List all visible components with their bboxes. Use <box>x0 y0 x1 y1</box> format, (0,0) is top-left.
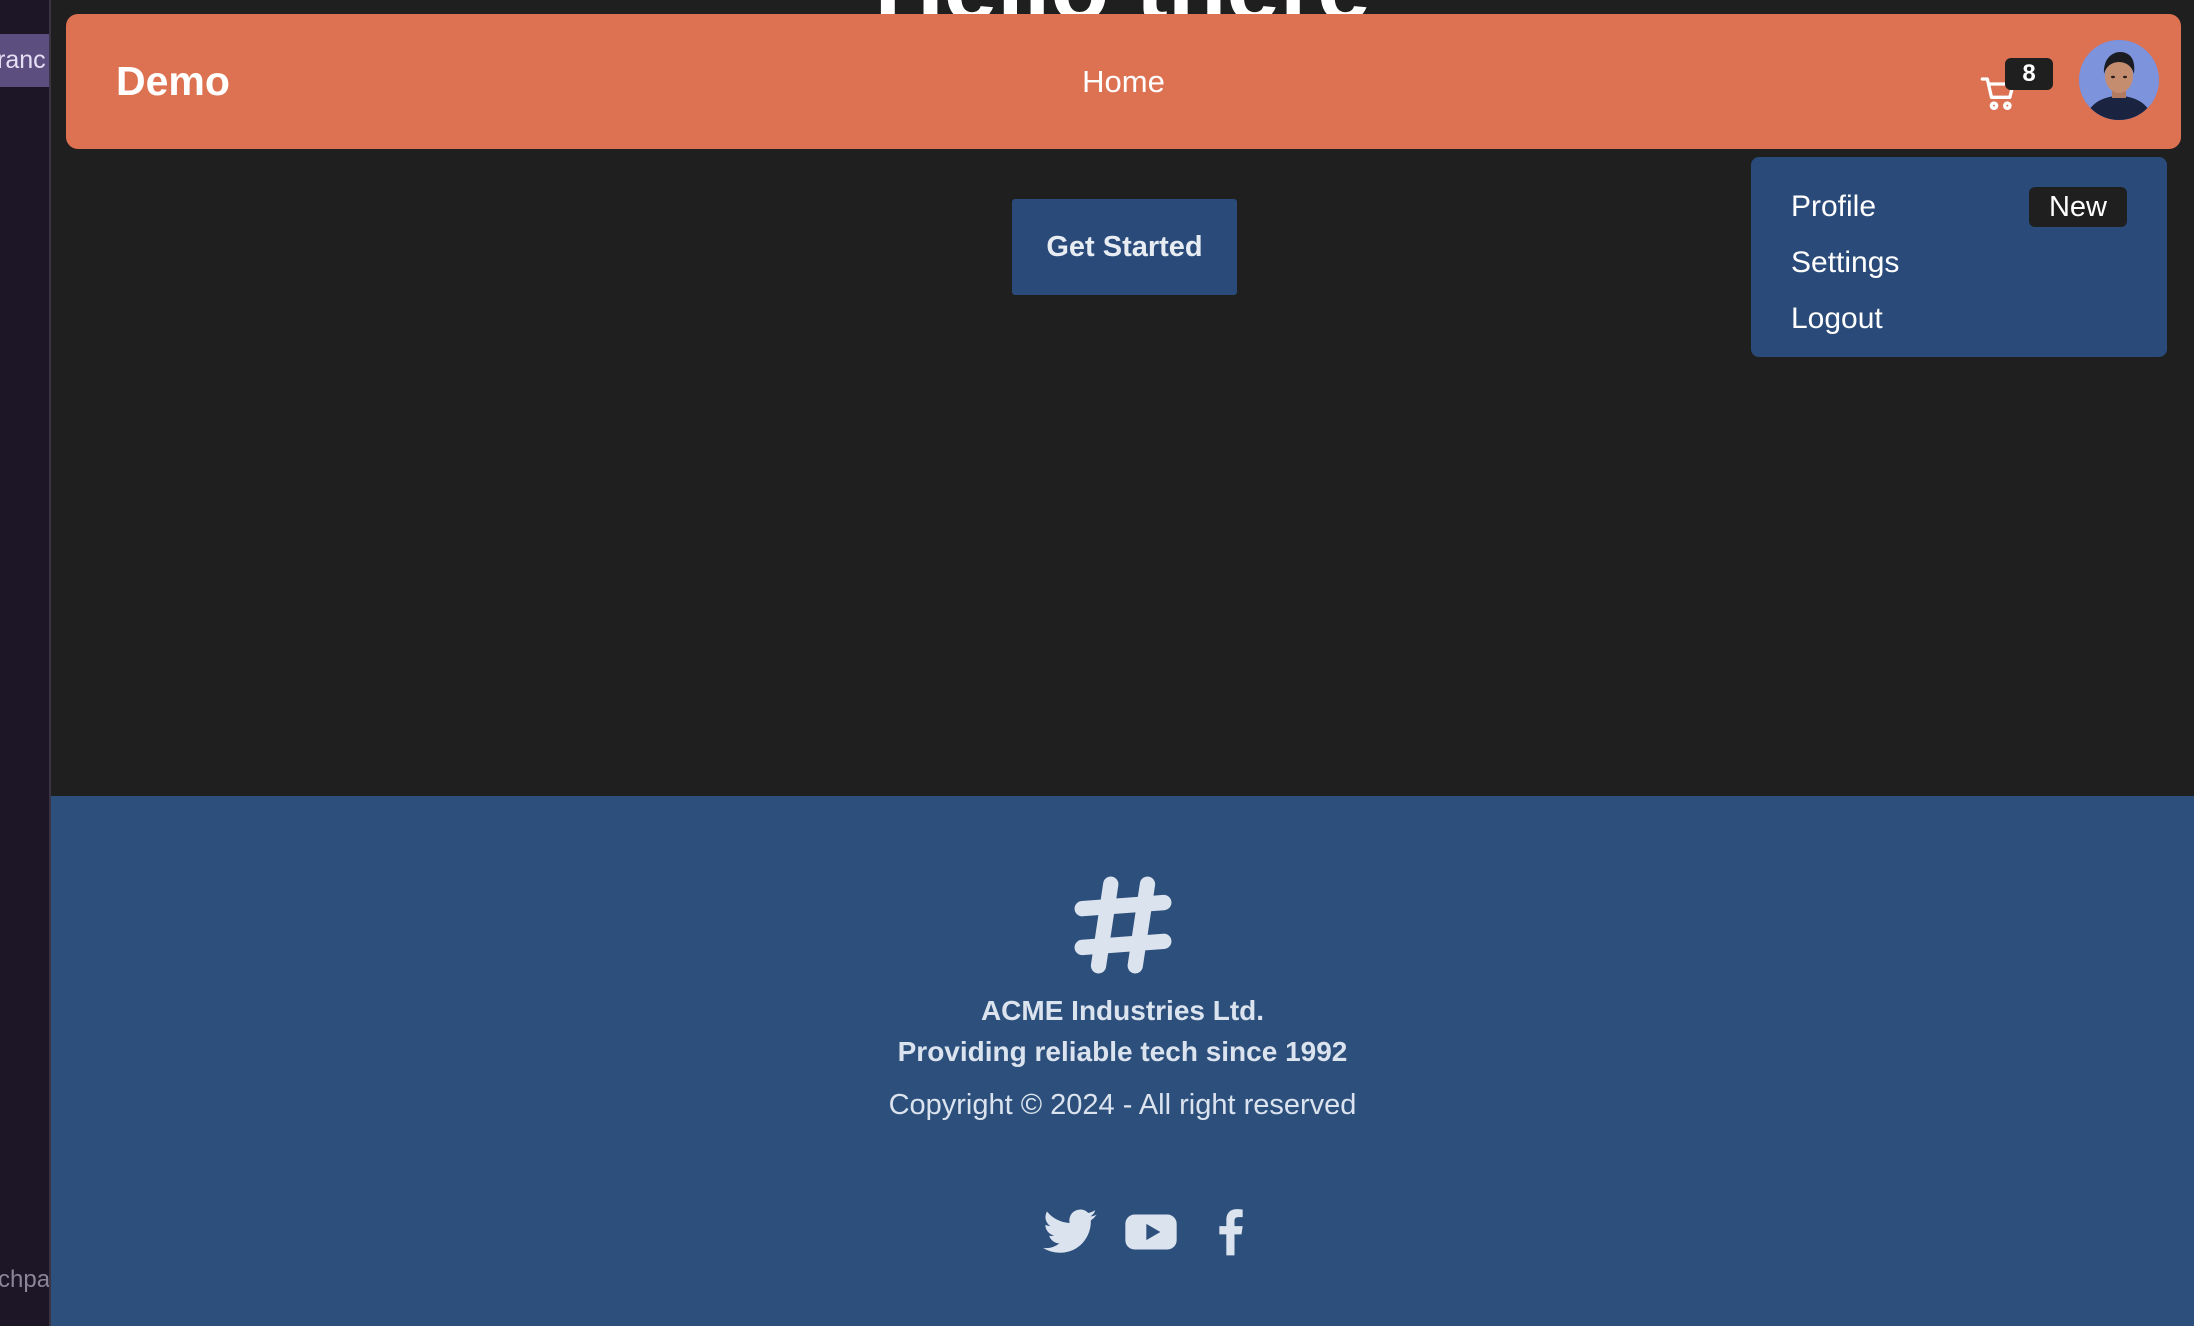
editor-bottom-label[interactable]: chpa <box>0 1266 49 1300</box>
facebook-link[interactable] <box>1203 1204 1259 1260</box>
cart-count-badge: 8 <box>2005 58 2053 90</box>
user-photo-icon <box>2079 40 2159 120</box>
footer-logo <box>1072 874 1174 981</box>
youtube-link[interactable] <box>1123 1204 1179 1260</box>
menu-item-profile[interactable]: Profile New <box>1751 179 2167 235</box>
hashtag-logo-icon <box>1074 876 1172 974</box>
menu-item-label: Profile <box>1791 190 1877 223</box>
get-started-button[interactable]: Get Started <box>1012 199 1237 295</box>
menu-item-logout[interactable]: Logout <box>1751 291 2167 347</box>
avatar[interactable] <box>2079 40 2159 120</box>
nav-link-home[interactable]: Home <box>1024 14 1224 149</box>
cart-button[interactable]: 8 <box>1971 44 2053 119</box>
twitter-link[interactable] <box>1043 1204 1099 1260</box>
footer: ACME Industries Ltd. Providing reliable … <box>51 796 2194 1326</box>
company-tagline: Providing reliable tech since 1992 <box>897 1036 1348 1067</box>
new-badge: New <box>2028 187 2127 227</box>
user-dropdown-menu: Profile New Settings Logout <box>1751 157 2167 357</box>
menu-item-label: Settings <box>1791 246 1900 279</box>
editor-side-panel: ranc chpa <box>0 0 51 1326</box>
page: Hello there Demo Home 8 <box>51 0 2194 1326</box>
menu-item-label: Logout <box>1791 302 1883 335</box>
youtube-icon <box>1125 1214 1177 1250</box>
twitter-icon <box>1043 1209 1097 1253</box>
brand-logo-text[interactable]: Demo <box>116 14 230 149</box>
facebook-icon <box>1219 1209 1243 1256</box>
social-links <box>51 1204 2194 1260</box>
company-name: ACME Industries Ltd. <box>980 995 1265 1026</box>
navbar: Demo Home 8 <box>66 14 2181 149</box>
menu-item-settings[interactable]: Settings <box>1751 235 2167 291</box>
footer-company: ACME Industries Ltd. Providing reliable … <box>51 990 2194 1072</box>
editor-tab[interactable]: ranc <box>0 34 49 87</box>
copyright-text: Copyright © 2024 - All right reserved <box>888 1089 1357 1121</box>
